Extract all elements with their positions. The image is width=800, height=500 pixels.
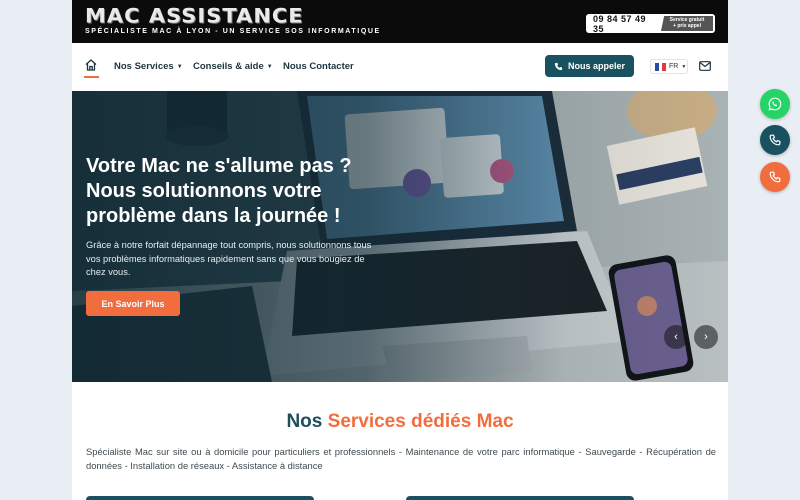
phone-badge: Service gratuit + prix appel: [661, 16, 713, 31]
main-nav: Nos Services ▼ Conseils & aide ▼ Nous Cont…: [72, 43, 728, 91]
chevron-left-icon: ‹: [674, 331, 678, 343]
services-title: Nos Services dédiés Mac: [72, 411, 728, 433]
nav-item-conseils[interactable]: Conseils & aide ▼: [193, 61, 273, 72]
services-description: Spécialiste Mac sur site ou à domicile p…: [86, 446, 716, 471]
header-phone-box[interactable]: 09 84 57 49 35 Service gratuit + prix ap…: [586, 14, 715, 34]
nav-item-label: Nos Services: [114, 61, 174, 72]
hero-title-line: problème dans la journée !: [86, 205, 341, 227]
chevron-right-icon: ›: [704, 331, 708, 343]
flag-fr-icon: [655, 62, 667, 71]
call-button-label: Nous appeler: [567, 61, 625, 71]
phone-call-button[interactable]: [760, 125, 790, 155]
hero-title: Votre Mac ne s'allume pas ? Nous solutio…: [86, 154, 386, 229]
carousel-next-button[interactable]: ›: [694, 325, 718, 349]
caret-down-icon: ▼: [176, 64, 183, 70]
service-card[interactable]: [86, 496, 314, 500]
header-phone-number[interactable]: 09 84 57 49 35: [586, 14, 658, 34]
services-title-part1: Nos: [286, 411, 328, 432]
caret-down-icon: ▼: [266, 64, 273, 70]
service-card[interactable]: [406, 496, 634, 500]
call-button[interactable]: Nous appeler: [545, 55, 634, 77]
active-indicator: [84, 76, 99, 78]
page: MAC ASSISTANCE SPÉCIALISTE MAC À LYON - …: [72, 0, 728, 500]
logo-subtitle: SPÉCIALISTE MAC À LYON - UN SERVICE SOS …: [85, 28, 381, 35]
whatsapp-button[interactable]: [760, 89, 790, 119]
nav-item-label: Conseils & aide: [193, 61, 264, 72]
hero-overlay: [72, 91, 728, 382]
carousel-prev-button[interactable]: ‹: [664, 325, 688, 349]
language-selector[interactable]: FR ▼: [650, 59, 688, 74]
nav-item-services[interactable]: Nos Services ▼: [114, 61, 183, 72]
phone-badge-line2: + prix appel: [673, 23, 701, 29]
phone-icon: [769, 171, 781, 183]
hero-text: Grâce à notre forfait dépannage tout com…: [86, 240, 372, 277]
hero-title-line: Votre Mac ne s'allume pas ?: [86, 155, 352, 177]
nav-item-label: Nous Contacter: [283, 61, 354, 72]
hero-banner: Votre Mac ne s'allume pas ? Nous solutio…: [72, 91, 728, 382]
whatsapp-icon: [768, 97, 782, 111]
hero-title-line: Nous solutionnons votre: [86, 180, 322, 202]
nav-item-contact[interactable]: Nous Contacter: [283, 61, 354, 72]
logo-title: MAC ASSISTANCE: [85, 4, 304, 28]
callback-button[interactable]: [760, 162, 790, 192]
services-title-highlight: Services dédiés Mac: [327, 411, 514, 432]
phone-icon: [769, 134, 781, 146]
caret-down-icon: ▼: [681, 63, 687, 70]
phone-icon: [554, 62, 563, 70]
home-icon[interactable]: [84, 58, 98, 72]
mail-icon[interactable]: [699, 61, 711, 71]
logo[interactable]: MAC ASSISTANCE SPÉCIALISTE MAC À LYON - …: [85, 5, 381, 35]
language-label: FR: [669, 63, 679, 70]
top-bar: MAC ASSISTANCE SPÉCIALISTE MAC À LYON - …: [72, 0, 728, 43]
learn-more-button[interactable]: En Savoir Plus: [86, 291, 180, 316]
